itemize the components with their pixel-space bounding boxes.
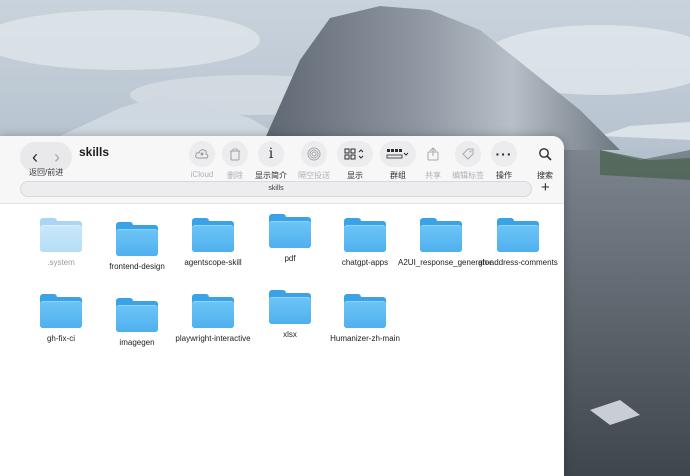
nav-label: 返回/前进 — [29, 168, 64, 177]
folder-icon — [116, 298, 158, 332]
folder-name: gh-fix-ci — [46, 334, 75, 343]
info-label: 显示简介 — [255, 171, 287, 180]
folder-item[interactable]: .system — [21, 218, 101, 268]
finder-window: ‹ › 返回/前进 skills iCloud 删除 i 显示简介 隔空投送 显… — [0, 136, 564, 476]
folder-name: .system — [47, 258, 75, 267]
folder-item[interactable]: imagegen — [97, 298, 177, 348]
icloud-label: iCloud — [190, 170, 214, 179]
window-title: skills — [79, 145, 110, 159]
folder-icon — [192, 294, 234, 328]
folder-name: agentscope-skill — [184, 258, 242, 267]
view-label: 显示 — [347, 171, 363, 180]
folder-name: playwright-interactive — [175, 334, 251, 343]
folder-item[interactable]: xlsx — [250, 290, 330, 340]
folder-icon — [344, 294, 386, 328]
folder-icon — [420, 218, 462, 252]
view-button[interactable]: 显示 — [337, 141, 373, 181]
folder-name: chatgpt-apps — [341, 258, 389, 267]
folder-item[interactable]: frontend-design — [97, 222, 177, 272]
folder-item[interactable]: A2UI_response_generator — [398, 218, 492, 268]
delete-label: 删除 — [227, 171, 243, 180]
folder-name: A2UI_response_generator — [398, 258, 492, 267]
trash-icon — [222, 141, 248, 167]
folder-item[interactable]: playwright-interactive — [173, 294, 253, 344]
action-button[interactable]: ··· 操作 — [491, 141, 517, 181]
tags-button[interactable]: 编辑标签 — [452, 141, 484, 181]
folder-name: xlsx — [283, 330, 297, 339]
share-button[interactable]: 共享 — [420, 141, 446, 181]
group-button[interactable]: 群组 — [380, 141, 416, 181]
folder-item[interactable]: pdf — [250, 214, 330, 264]
path-bar[interactable]: skills — [20, 181, 532, 197]
tag-icon — [455, 141, 481, 167]
action-label: 操作 — [496, 171, 512, 180]
folder-icon — [344, 218, 386, 252]
folder-icon — [40, 218, 82, 252]
folder-icon — [116, 222, 158, 256]
grid-view-icon — [337, 141, 373, 167]
group-icon — [380, 141, 416, 167]
folder-icon — [497, 218, 539, 252]
folder-name: Humanizer-zh-main — [330, 334, 400, 343]
forward-button[interactable]: › — [47, 148, 67, 166]
group-label: 群组 — [390, 171, 406, 180]
ellipsis-icon: ··· — [491, 141, 517, 167]
folder-name: gh-address-comments — [478, 258, 558, 267]
finder-toolbar: ‹ › 返回/前进 skills iCloud 删除 i 显示简介 隔空投送 显… — [0, 136, 564, 204]
folder-item[interactable]: gh-fix-ci — [21, 294, 101, 344]
folder-icon — [269, 214, 311, 248]
info-icon: i — [258, 141, 284, 167]
folder-icon — [269, 290, 311, 324]
add-tab-button[interactable]: + — [541, 179, 550, 197]
back-button[interactable]: ‹ — [25, 148, 45, 166]
icloud-person-icon — [189, 141, 215, 167]
folder-name: imagegen — [119, 338, 155, 347]
search-button[interactable]: 搜索 — [532, 141, 558, 181]
folder-item[interactable]: agentscope-skill — [173, 218, 253, 268]
folder-item[interactable]: chatgpt-apps — [325, 218, 405, 268]
airdrop-label: 隔空投送 — [298, 171, 330, 180]
folder-item[interactable]: Humanizer-zh-main — [325, 294, 405, 344]
icloud-button[interactable]: iCloud — [189, 141, 215, 179]
tags-label: 编辑标签 — [452, 171, 484, 180]
folder-name: pdf — [284, 254, 296, 263]
info-button[interactable]: i 显示简介 — [255, 141, 287, 181]
delete-button[interactable]: 删除 — [222, 141, 248, 181]
folder-icon — [192, 218, 234, 252]
airdrop-icon — [301, 141, 327, 167]
share-icon — [420, 141, 446, 167]
folder-grid: .system frontend-design agentscope-skill pd… — [0, 204, 564, 476]
share-label: 共享 — [425, 171, 441, 180]
airdrop-button[interactable]: 隔空投送 — [298, 141, 330, 181]
folder-name: frontend-design — [109, 262, 165, 271]
folder-icon — [40, 294, 82, 328]
search-icon — [532, 141, 558, 167]
folder-item[interactable]: gh-address-comments — [478, 218, 558, 268]
